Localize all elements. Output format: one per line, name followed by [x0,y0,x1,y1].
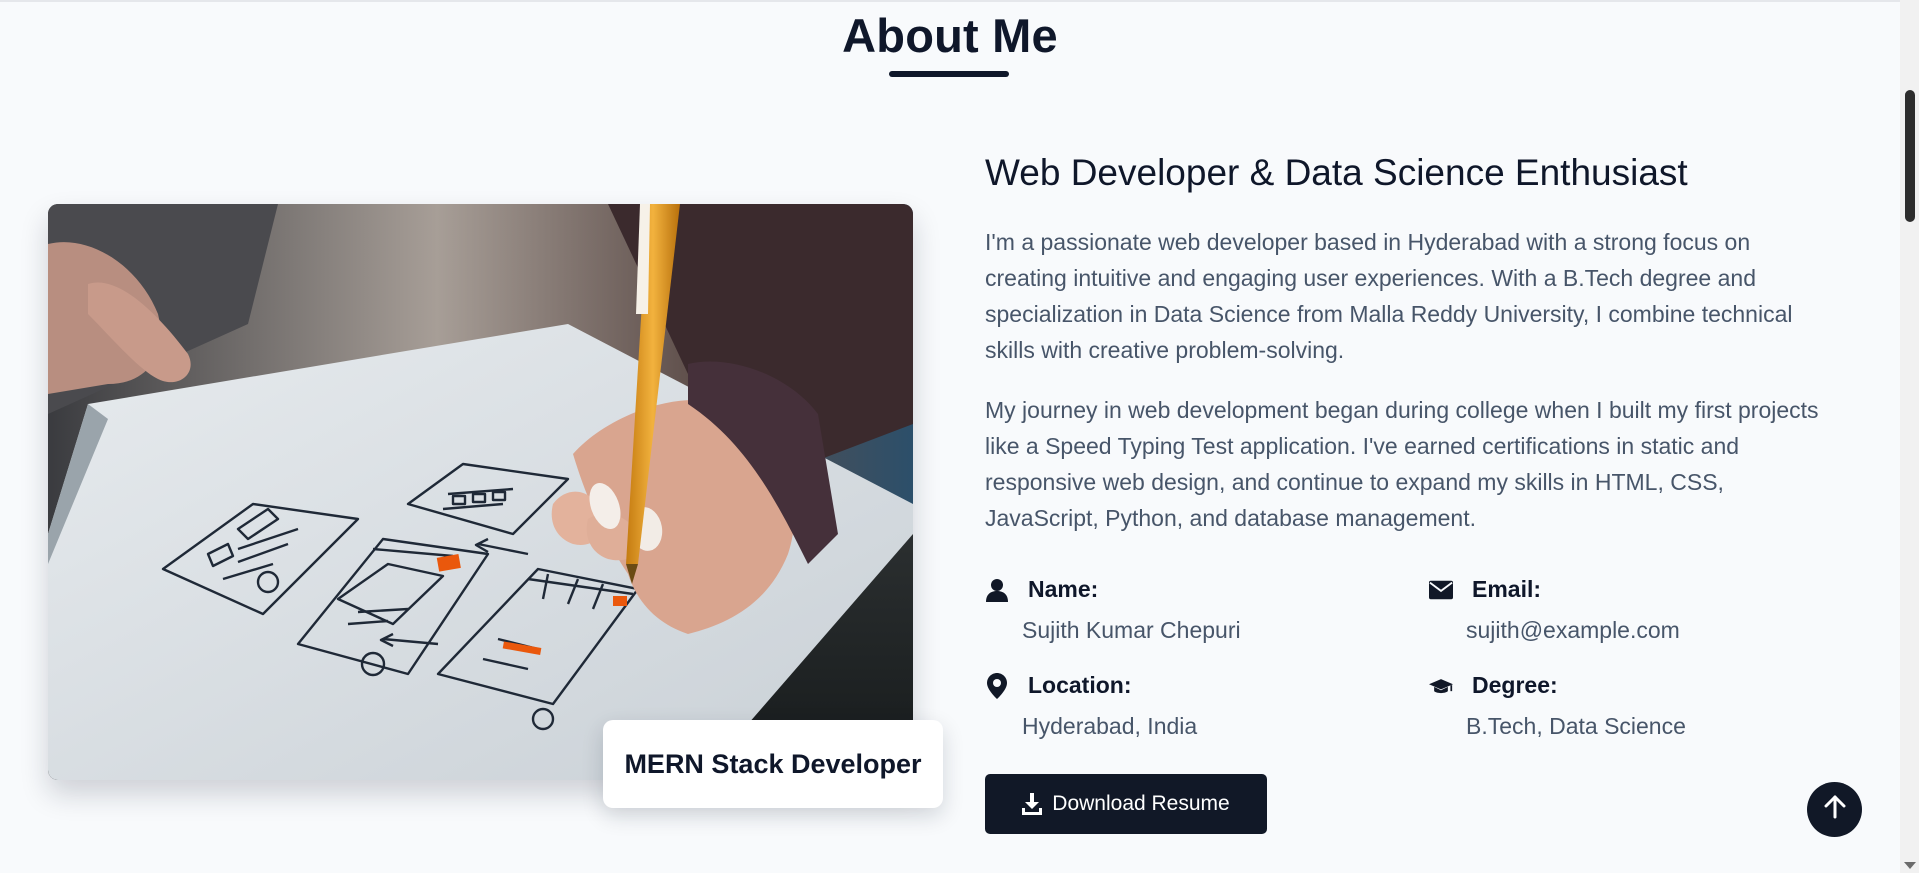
info-location-label: Location: [1028,672,1132,698]
scrollbar-thumb[interactable] [1905,90,1915,222]
title-underline [889,71,1009,77]
about-heading: Web Developer & Data Science Enthusiast [985,152,1688,193]
about-paragraph-1: I'm a passionate web developer based in … [985,229,1793,363]
about-paragraph-2: My journey in web development began duri… [985,397,1819,531]
info-email-label: Email: [1472,576,1542,602]
graduation-cap-icon [1429,674,1453,698]
info-name: Name: Sujith Kumar Chepuri [985,576,1405,644]
info-email-value[interactable]: sujith@example.com [1466,617,1849,644]
info-degree-label: Degree: [1472,672,1558,698]
info-email: Email: sujith@example.com [1429,576,1849,644]
user-icon [985,578,1009,602]
info-location: Location: Hyderabad, India [985,672,1405,740]
info-location-value: Hyderabad, India [1022,713,1198,739]
header-divider [0,0,1900,2]
page-scrollbar[interactable] [1900,0,1919,873]
download-resume-button[interactable]: Download Resume [985,774,1267,834]
page: About Me MERN Stack Developer Web Develo… [0,0,1919,873]
about-image [48,204,913,780]
download-resume-label: Download Resume [1052,792,1230,815]
info-name-label: Name: [1028,576,1099,602]
info-degree: Degree: B.Tech, Data Science [1429,672,1849,740]
back-to-top-button[interactable] [1807,782,1862,837]
section-title: About Me [842,9,1058,62]
role-badge: MERN Stack Developer [603,720,943,808]
info-name-value: Sujith Kumar Chepuri [1022,617,1241,643]
wireframe-sketch-illustration [48,204,913,780]
arrow-up-icon [1824,795,1846,824]
info-degree-value: B.Tech, Data Science [1466,713,1686,739]
scroll-down-arrow-icon[interactable] [1904,862,1916,869]
envelope-icon [1429,578,1453,602]
map-pin-icon [985,672,1009,699]
download-icon [1022,793,1043,815]
